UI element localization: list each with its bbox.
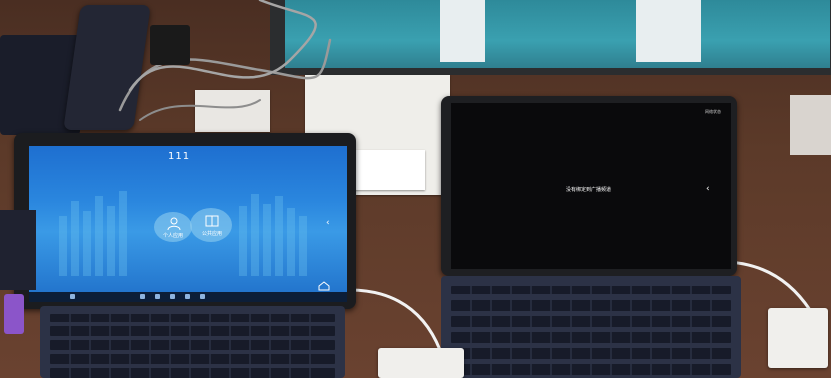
power-adapter <box>150 25 190 65</box>
public-app-label: 公共应用 <box>202 231 223 237</box>
left-screen-title: 111 <box>168 151 191 162</box>
right-keyboard-keys <box>451 286 731 376</box>
personal-app-label: 个人应用 <box>163 233 184 239</box>
photo-scene: 111 个人应用 公共应用 ‹ 没有绑定到广播频道 网络状态 ‹ <box>0 0 831 378</box>
left-screen-chevron-icon[interactable]: ‹ <box>326 218 330 228</box>
person-icon <box>167 217 181 231</box>
usb-c-adapter <box>378 348 464 378</box>
taskbar-icon[interactable] <box>140 294 145 299</box>
taskbar-icon[interactable] <box>155 294 160 299</box>
right-screen-corner-label: 网络状态 <box>705 109 721 114</box>
grid-icon <box>205 215 219 227</box>
taskbar-icon[interactable] <box>170 294 175 299</box>
right-screen-chevron-icon[interactable]: ‹ <box>706 184 710 194</box>
right-screen-message: 没有绑定到广播频道 <box>566 187 612 193</box>
paper-item <box>790 95 831 155</box>
usb-drive <box>4 294 24 334</box>
taskbar-icon[interactable] <box>185 294 190 299</box>
left-keyboard-keys <box>50 314 335 378</box>
left-keyboard <box>40 306 345 378</box>
taskbar-icon[interactable] <box>200 294 205 299</box>
right-keyboard <box>441 276 741 378</box>
side-device <box>0 210 36 290</box>
usb-c-adapter <box>768 308 828 368</box>
taskbar-icon[interactable] <box>70 294 75 299</box>
home-icon[interactable] <box>318 281 330 291</box>
